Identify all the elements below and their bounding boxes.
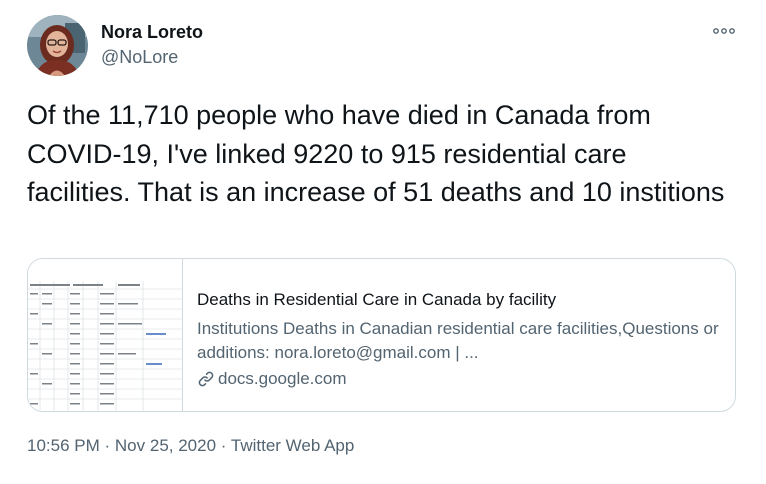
tweet-time[interactable]: 10:56 PM: [27, 436, 100, 455]
card-body: Deaths in Residential Care in Canada by …: [197, 289, 722, 390]
display-name[interactable]: Nora Loreto: [101, 21, 203, 43]
profile-photo-icon: [27, 15, 88, 76]
link-card[interactable]: Deaths in Residential Care in Canada by …: [27, 258, 736, 412]
tweet-date[interactable]: Nov 25, 2020: [115, 436, 216, 455]
tweet-meta: 10:56 PM · Nov 25, 2020 · Twitter Web Ap…: [27, 435, 354, 457]
user-info: Nora Loreto @NoLore: [101, 21, 203, 68]
spreadsheet-thumbnail-icon: [28, 259, 182, 411]
card-description: Institutions Deaths in Canadian resident…: [197, 319, 719, 362]
more-options-button[interactable]: [712, 23, 736, 39]
meta-separator: ·: [104, 436, 111, 455]
card-domain-text: docs.google.com: [218, 369, 347, 388]
link-icon: [198, 371, 214, 387]
card-domain: docs.google.com: [197, 368, 722, 390]
user-handle[interactable]: @NoLore: [101, 46, 203, 68]
card-title: Deaths in Residential Care in Canada by …: [197, 290, 557, 309]
tweet: Nora Loreto @NoLore Of the 11,710 people…: [0, 0, 766, 484]
more-icon: [713, 28, 735, 34]
tweet-text: Of the 11,710 people who have died in Ca…: [27, 100, 725, 207]
meta-separator: ·: [220, 436, 227, 455]
card-thumbnail: [28, 259, 183, 411]
avatar[interactable]: [27, 15, 88, 76]
tweet-source[interactable]: Twitter Web App: [231, 436, 354, 455]
